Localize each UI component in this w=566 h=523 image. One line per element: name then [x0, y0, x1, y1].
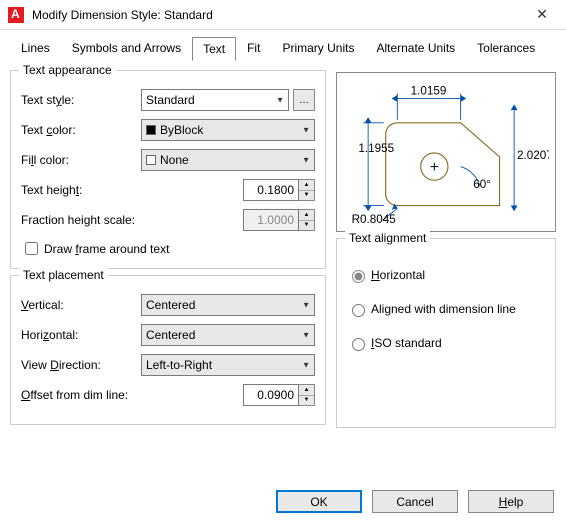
text-height-spinner[interactable]: ▲▼	[299, 179, 315, 201]
dimension-preview: 1.0159 1.1955 2.0207 60° R0.8045	[336, 72, 556, 232]
appearance-legend: Text appearance	[19, 63, 116, 77]
close-button[interactable]: ✕	[522, 0, 562, 30]
color-swatch-icon	[146, 125, 156, 135]
offset-input[interactable]	[243, 384, 299, 406]
color-swatch-icon	[146, 155, 156, 165]
chevron-down-icon: ▼	[302, 301, 310, 310]
chevron-down-icon: ▼	[302, 156, 310, 165]
horizontal-combo[interactable]: Centered▼	[141, 324, 315, 346]
svg-text:2.0207: 2.0207	[517, 149, 549, 162]
placement-legend: Text placement	[19, 268, 108, 282]
tab-tolerances[interactable]: Tolerances	[466, 36, 546, 60]
fill-color-combo[interactable]: None▼	[141, 149, 315, 171]
alignment-iso-label: ISO standard	[371, 336, 442, 350]
help-button[interactable]: Help	[468, 490, 554, 513]
text-alignment-group: Text alignment Horizontal Aligned with d…	[336, 238, 556, 428]
text-color-label: Text color:	[21, 123, 141, 137]
svg-text:1.1955: 1.1955	[358, 142, 394, 155]
tab-text[interactable]: Text	[192, 37, 236, 61]
app-icon	[8, 7, 24, 23]
tab-alternate[interactable]: Alternate Units	[365, 36, 466, 60]
tab-fit[interactable]: Fit	[236, 36, 271, 60]
text-placement-group: Text placement Vertical: Centered▼ Horiz…	[10, 275, 326, 425]
text-appearance-group: Text appearance Text style: Standard▼ … …	[10, 70, 326, 269]
chevron-down-icon: ▼	[302, 126, 310, 135]
chevron-down-icon: ▼	[302, 331, 310, 340]
svg-text:R0.8045: R0.8045	[352, 213, 396, 225]
vertical-combo[interactable]: Centered▼	[141, 294, 315, 316]
tab-lines[interactable]: Lines	[10, 36, 61, 60]
draw-frame-checkbox[interactable]	[25, 242, 38, 255]
alignment-horizontal-label: Horizontal	[371, 268, 425, 282]
vertical-label: Vertical:	[21, 298, 141, 312]
alignment-aligned-radio[interactable]	[352, 304, 365, 317]
text-color-combo[interactable]: ByBlock▼	[141, 119, 315, 141]
draw-frame-label: Draw frame around text	[44, 242, 169, 256]
direction-label: View Direction:	[21, 358, 141, 372]
chevron-down-icon: ▼	[276, 96, 284, 105]
text-style-combo[interactable]: Standard▼	[141, 89, 289, 111]
fraction-scale-input	[243, 209, 299, 231]
text-style-browse-button[interactable]: …	[293, 89, 315, 111]
alignment-aligned-label: Aligned with dimension line	[371, 302, 516, 316]
fill-color-label: Fill color:	[21, 153, 141, 167]
text-style-label: Text style:	[21, 93, 141, 107]
alignment-legend: Text alignment	[345, 231, 430, 245]
fraction-scale-spinner: ▲▼	[299, 209, 315, 231]
tab-primary[interactable]: Primary Units	[271, 36, 365, 60]
alignment-iso-radio[interactable]	[352, 338, 365, 351]
window-title: Modify Dimension Style: Standard	[32, 8, 522, 22]
offset-label: Offset from dim line:	[21, 388, 161, 402]
cancel-button[interactable]: Cancel	[372, 490, 458, 513]
fraction-scale-label: Fraction height scale:	[21, 213, 161, 227]
offset-spinner[interactable]: ▲▼	[299, 384, 315, 406]
tab-bar: Lines Symbols and Arrows Text Fit Primar…	[10, 36, 556, 60]
chevron-down-icon: ▼	[302, 361, 310, 370]
svg-text:1.0159: 1.0159	[411, 85, 447, 98]
horizontal-label: Horizontal:	[21, 328, 141, 342]
text-height-label: Text height:	[21, 183, 141, 197]
svg-text:60°: 60°	[473, 178, 491, 191]
direction-combo[interactable]: Left-to-Right▼	[141, 354, 315, 376]
tab-symbols[interactable]: Symbols and Arrows	[61, 36, 192, 60]
text-height-input[interactable]	[243, 179, 299, 201]
ok-button[interactable]: OK	[276, 490, 362, 513]
alignment-horizontal-radio[interactable]	[352, 270, 365, 283]
